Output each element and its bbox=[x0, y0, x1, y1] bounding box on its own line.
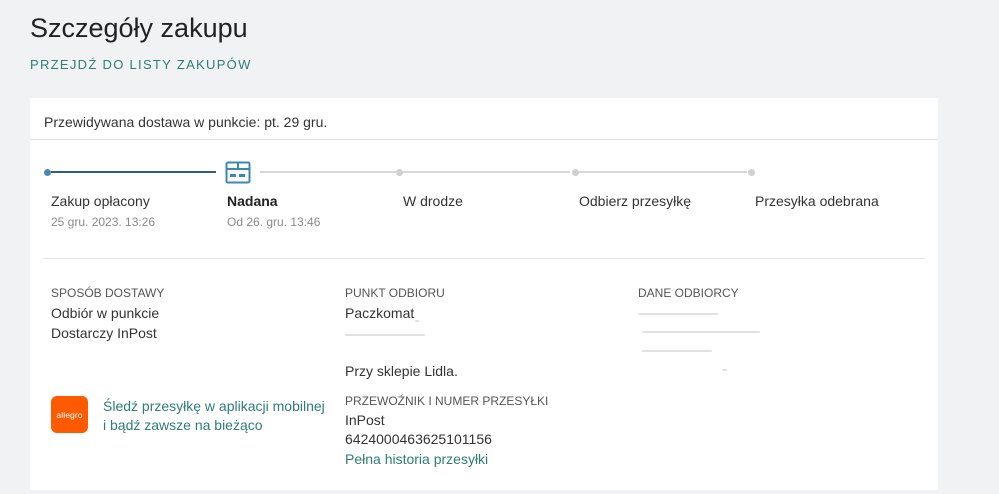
page-title: Szczegóły zakupu bbox=[30, 13, 248, 43]
progress-line-pending bbox=[579, 171, 747, 173]
step-label-received: Przesyłka odebrana bbox=[755, 193, 879, 209]
redacted-text bbox=[415, 320, 419, 322]
step-date-shipped: Od 26. gru. 13:46 bbox=[227, 215, 321, 229]
track-in-app-link-line2[interactable]: i bądź zawsze na bieżąco bbox=[103, 416, 263, 435]
step-dot-in-transit bbox=[396, 169, 403, 176]
step-label-in-transit: W drodze bbox=[403, 193, 463, 209]
redacted-text bbox=[642, 331, 760, 333]
back-to-purchases-link[interactable]: PRZEJDŹ DO LISTY ZAKUPÓW bbox=[30, 57, 252, 73]
delivery-method-carrier: Dostarczy InPost bbox=[51, 325, 157, 341]
carrier-heading: PRZEWOŹNIK I NUMER PRZESYŁKI bbox=[345, 394, 549, 408]
step-dot-paid bbox=[44, 169, 51, 176]
progress-line-pending bbox=[403, 171, 570, 173]
pickup-point-name: Paczkomat bbox=[345, 305, 415, 321]
allegro-logo: allegro bbox=[51, 396, 88, 433]
redacted-text bbox=[638, 313, 718, 315]
progress-line-pending bbox=[260, 171, 396, 173]
delivery-method-heading: SPOSÓB DOSTAWY bbox=[51, 286, 165, 300]
step-label-paid: Zakup opłacony bbox=[51, 193, 150, 209]
redacted-text bbox=[642, 350, 712, 352]
card-header: Przewidywana dostawa w punkcie: pt. 29 g… bbox=[30, 98, 938, 140]
step-date-paid: 25 gru. 2023. 13:26 bbox=[51, 215, 156, 229]
delivery-method-type: Odbiór w punkcie bbox=[51, 305, 160, 321]
tracking-history-link[interactable]: Pełna historia przesyłki bbox=[345, 449, 488, 469]
redacted-text bbox=[722, 369, 727, 371]
track-in-app-link[interactable]: Śledź przesyłkę w aplikacji mobilnej bbox=[103, 397, 325, 416]
logo-text: allegro bbox=[56, 409, 83, 420]
step-label-shipped: Nadana bbox=[227, 193, 278, 209]
recipient-heading: DANE ODBIORCY bbox=[638, 286, 739, 300]
step-label-pickup: Odbierz przesyłkę bbox=[579, 193, 692, 209]
redacted-text bbox=[345, 334, 425, 336]
pickup-point-note: Przy sklepie Lidla. bbox=[345, 363, 458, 379]
step-dot-received bbox=[748, 169, 755, 176]
delivery-estimate: Przewidywana dostawa w punkcie: pt. 29 g… bbox=[44, 114, 328, 130]
carrier-name: InPost bbox=[345, 412, 385, 428]
progress-line-done bbox=[51, 171, 216, 173]
pickup-point-heading: PUNKT ODBIORU bbox=[345, 286, 445, 300]
tracking-number: 6424000463625101156 bbox=[345, 431, 492, 447]
divider bbox=[43, 258, 926, 259]
package-icon bbox=[225, 161, 251, 184]
shipment-card: Przewidywana dostawa w punkcie: pt. 29 g… bbox=[30, 98, 938, 490]
step-dot-pickup bbox=[572, 169, 579, 176]
